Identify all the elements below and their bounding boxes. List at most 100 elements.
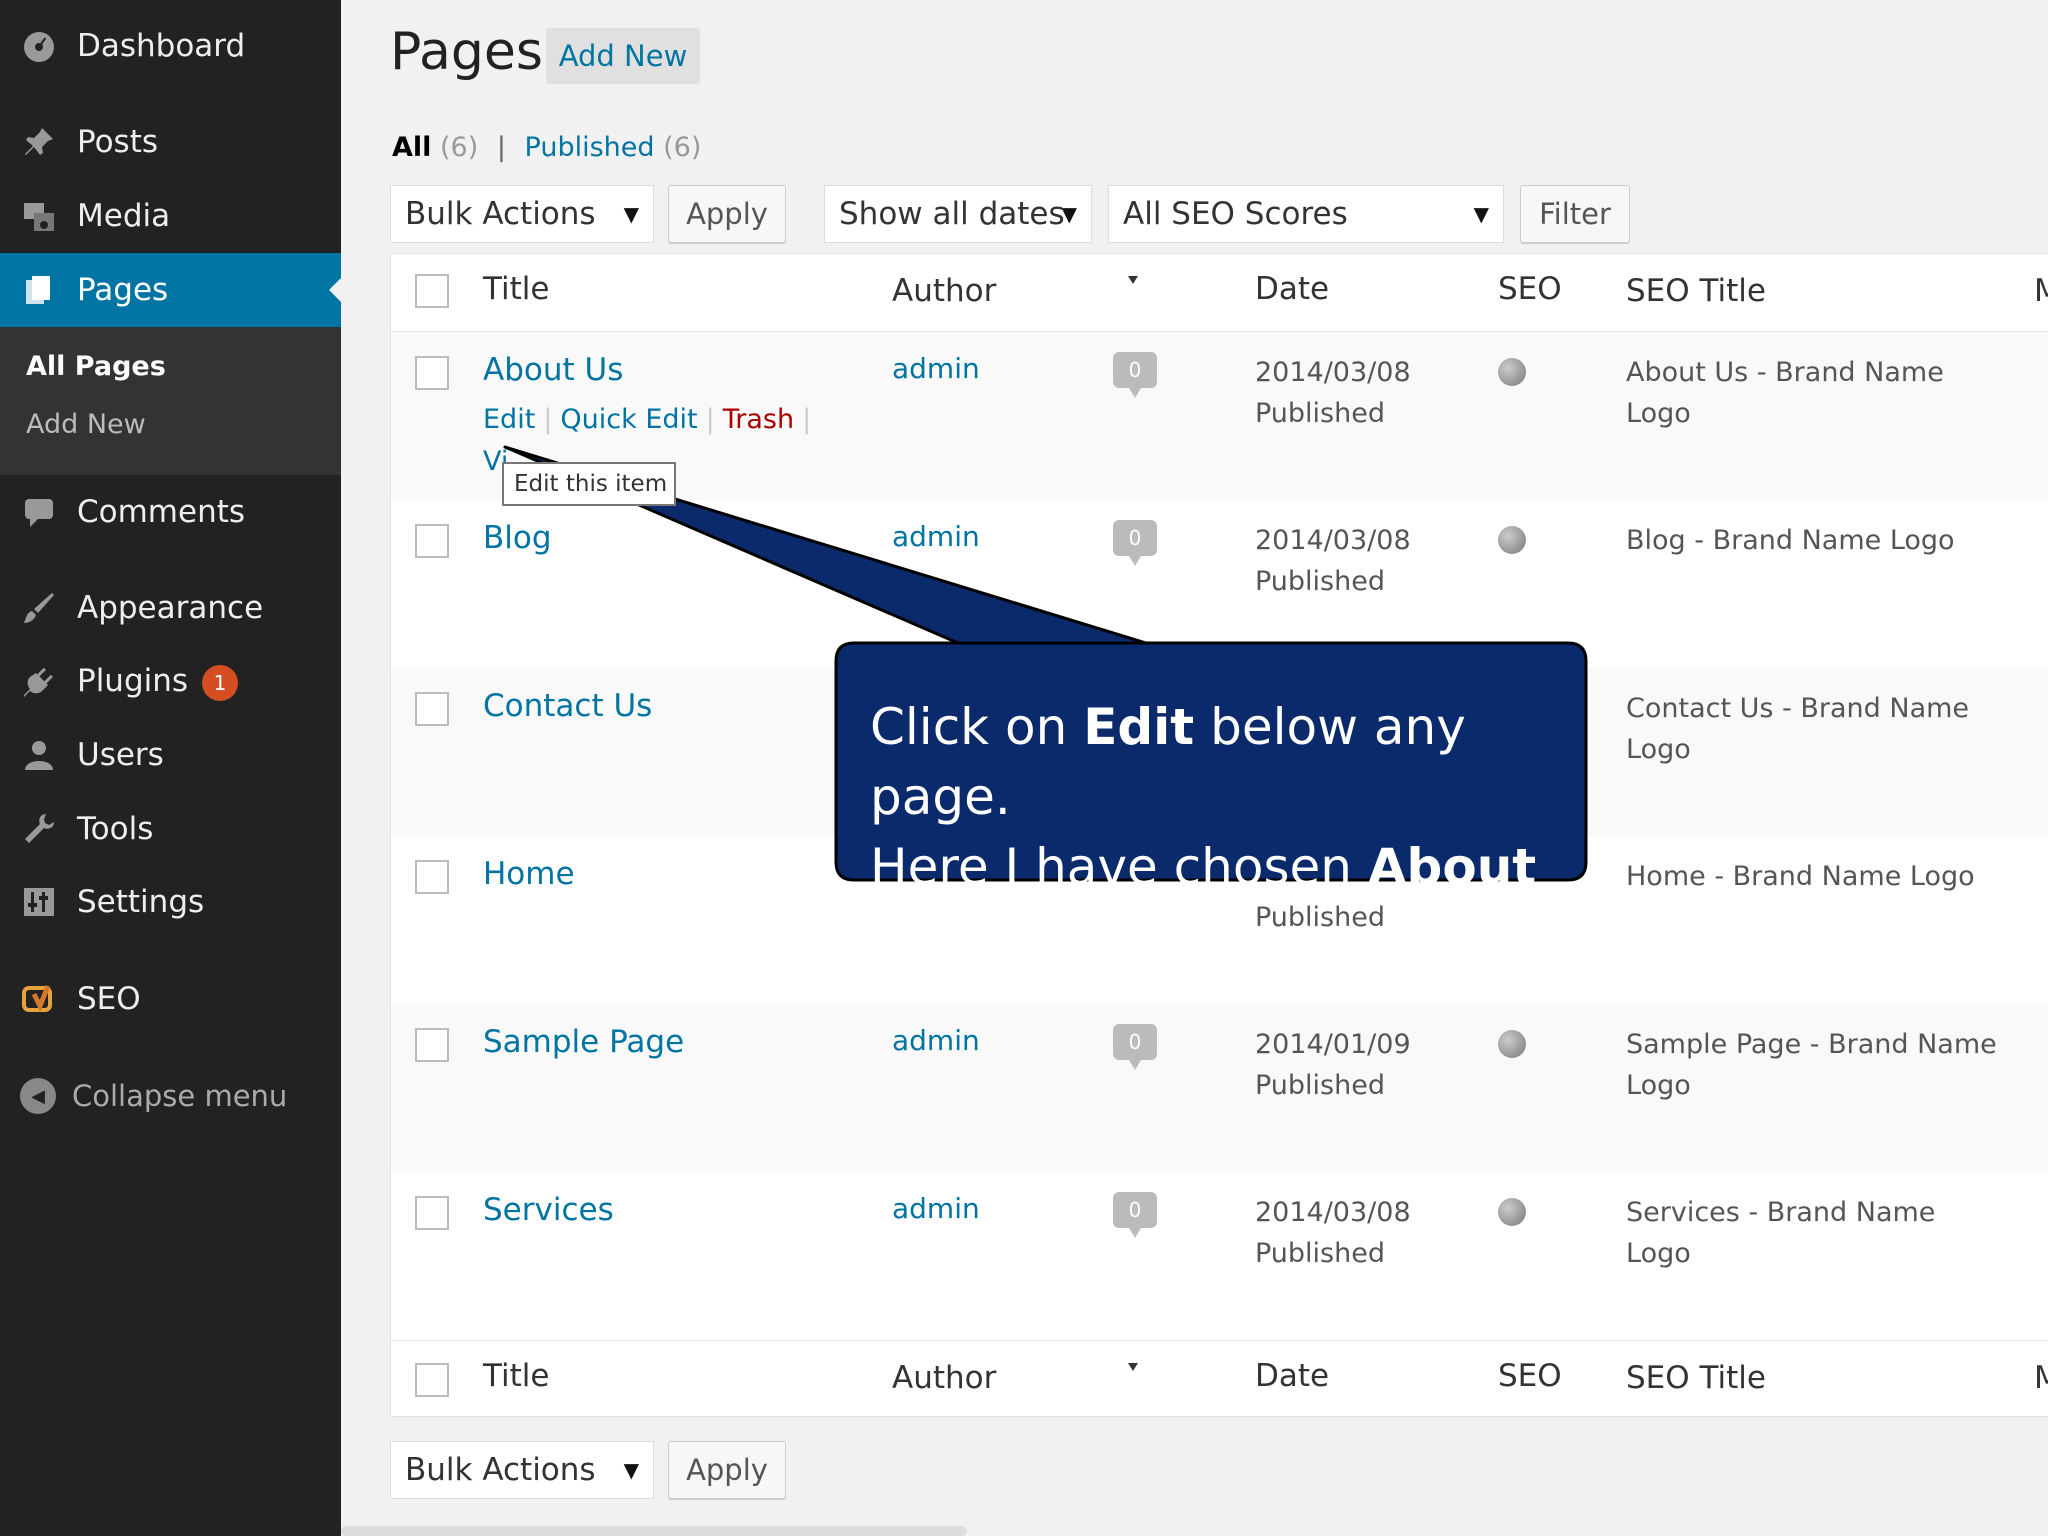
menu-appearance[interactable]: Appearance [0,576,341,640]
row-checkbox[interactable] [415,1196,449,1230]
date-cell: 2014/03/08 Published [1255,520,1411,602]
column-seo-title[interactable]: SEO Title [1626,273,1766,309]
comment-count-bubble[interactable]: 0 [1113,520,1157,556]
menu-label: Media [77,198,170,234]
menu-media[interactable]: Media [0,184,341,248]
column-title[interactable]: Title [483,271,549,307]
apply-button[interactable]: Apply [668,185,786,243]
page-title-link[interactable]: Services [483,1192,614,1228]
wrench-icon [20,810,58,848]
seo-title-cell: Home - Brand Name Logo [1626,856,2006,897]
menu-users[interactable]: Users [0,723,341,787]
pages-submenu: All Pages Add New [0,327,341,475]
bulk-actions-select[interactable]: Bulk Actions ▼ [390,185,654,243]
media-icon [20,197,58,235]
filter-published-count: (6) [663,132,701,163]
column-title[interactable]: Title [483,1358,549,1394]
caret-down-icon: ▼ [1474,202,1489,226]
seo-title-cell: Contact Us - Brand Name Logo [1626,688,2006,770]
page-title-link[interactable]: Home [483,856,575,892]
select-all-checkbox[interactable] [415,274,449,308]
seo-scores-select[interactable]: All SEO Scores ▼ [1108,185,1504,243]
select-value: All SEO Scores [1123,196,1348,232]
status-filter-links: All (6) | Published (6) [392,132,701,163]
seo-title-cell: Sample Page - Brand Name Logo [1626,1024,2006,1106]
submenu-all-pages[interactable]: All Pages [26,351,166,382]
seo-score-dot [1498,1030,1526,1058]
author-link[interactable]: admin [892,520,980,553]
collapse-menu[interactable]: ◀ Collapse menu [0,1066,341,1126]
status-value: Published [1255,561,1411,602]
status-value: Published [1255,1233,1411,1274]
menu-comments[interactable]: Comments [0,480,341,544]
filter-published[interactable]: Published [525,132,655,163]
menu-settings[interactable]: Settings [0,870,341,934]
edit-tooltip: Edit this item [502,462,676,506]
comment-count-bubble[interactable]: 0 [1113,1192,1157,1228]
yoast-seo-icon [20,980,58,1018]
user-icon [20,736,58,774]
trash-link[interactable]: Trash [723,404,794,435]
page-title-link[interactable]: Blog [483,520,552,556]
column-author: Author [892,273,996,309]
date-value: 2014/01/09 [1255,1024,1411,1065]
page-title-link[interactable]: About Us [483,352,623,388]
comment-count-bubble[interactable]: 0 [1113,352,1157,388]
author-link[interactable]: admin [892,1024,980,1057]
page-title-link[interactable]: Sample Page [483,1024,684,1060]
column-date[interactable]: Date [1255,1358,1329,1394]
date-cell: 2014/03/08 Published [1255,352,1411,434]
collapse-label: Collapse menu [72,1079,287,1113]
seo-score-dot [1498,358,1526,386]
row-checkbox[interactable] [415,524,449,558]
menu-label: Users [77,737,164,773]
date-value: 2014/03/08 [1255,1192,1411,1233]
horizontal-scrollbar[interactable] [341,1526,967,1536]
column-seo[interactable]: SEO [1498,1358,1562,1394]
edit-link[interactable]: Edit [483,404,535,435]
date-value: 2014/03/08 [1255,520,1411,561]
submenu-add-new[interactable]: Add New [26,409,146,440]
callout-line-1: Click on Edit below any page. [870,692,1586,832]
row-checkbox[interactable] [415,1028,449,1062]
select-all-checkbox-footer[interactable] [415,1363,449,1397]
column-date[interactable]: Date [1255,271,1329,307]
comment-count-bubble[interactable]: 0 [1113,1024,1157,1060]
menu-tools[interactable]: Tools [0,797,341,861]
caret-down-icon: ▼ [624,1458,639,1482]
quick-edit-link[interactable]: Quick Edit [560,404,697,435]
column-seo-title[interactable]: SEO Title [1626,1360,1766,1396]
menu-label: Pages [77,272,168,308]
author-link[interactable]: admin [892,1192,980,1225]
row-actions: Edit|Quick Edit|Trash| [483,404,819,435]
dates-select[interactable]: Show all dates ▼ [824,185,1092,243]
column-seo[interactable]: SEO [1498,271,1562,307]
status-value: Published [1255,1065,1411,1106]
plugins-label: Plugins [77,663,188,699]
menu-label: Plugins1 [77,663,238,701]
paintbrush-icon [20,589,58,627]
filter-all-count: (6) [440,132,478,163]
column-author: Author [892,1360,996,1396]
dashboard-icon [20,27,58,65]
menu-label: Dashboard [77,28,245,64]
row-checkbox[interactable] [415,692,449,726]
comment-icon [20,493,58,531]
page-title: Pages [390,22,543,82]
select-value: Show all dates [839,196,1065,232]
menu-dashboard[interactable]: Dashboard [0,14,341,78]
menu-label: Tools [77,811,153,847]
row-checkbox[interactable] [415,860,449,894]
filter-all[interactable]: All [392,132,431,163]
add-new-button[interactable]: Add New [546,28,700,84]
menu-plugins[interactable]: Plugins1 [0,650,341,714]
menu-posts[interactable]: Posts [0,110,341,174]
menu-seo[interactable]: SEO [0,967,341,1031]
page-title-link[interactable]: Contact Us [483,688,652,724]
author-link[interactable]: admin [892,352,980,385]
menu-pages[interactable]: Pages [0,253,341,327]
filter-button[interactable]: Filter [1520,185,1630,243]
bulk-actions-select-bottom[interactable]: Bulk Actions ▼ [390,1441,654,1499]
row-checkbox[interactable] [415,356,449,390]
apply-button-bottom[interactable]: Apply [668,1441,786,1499]
